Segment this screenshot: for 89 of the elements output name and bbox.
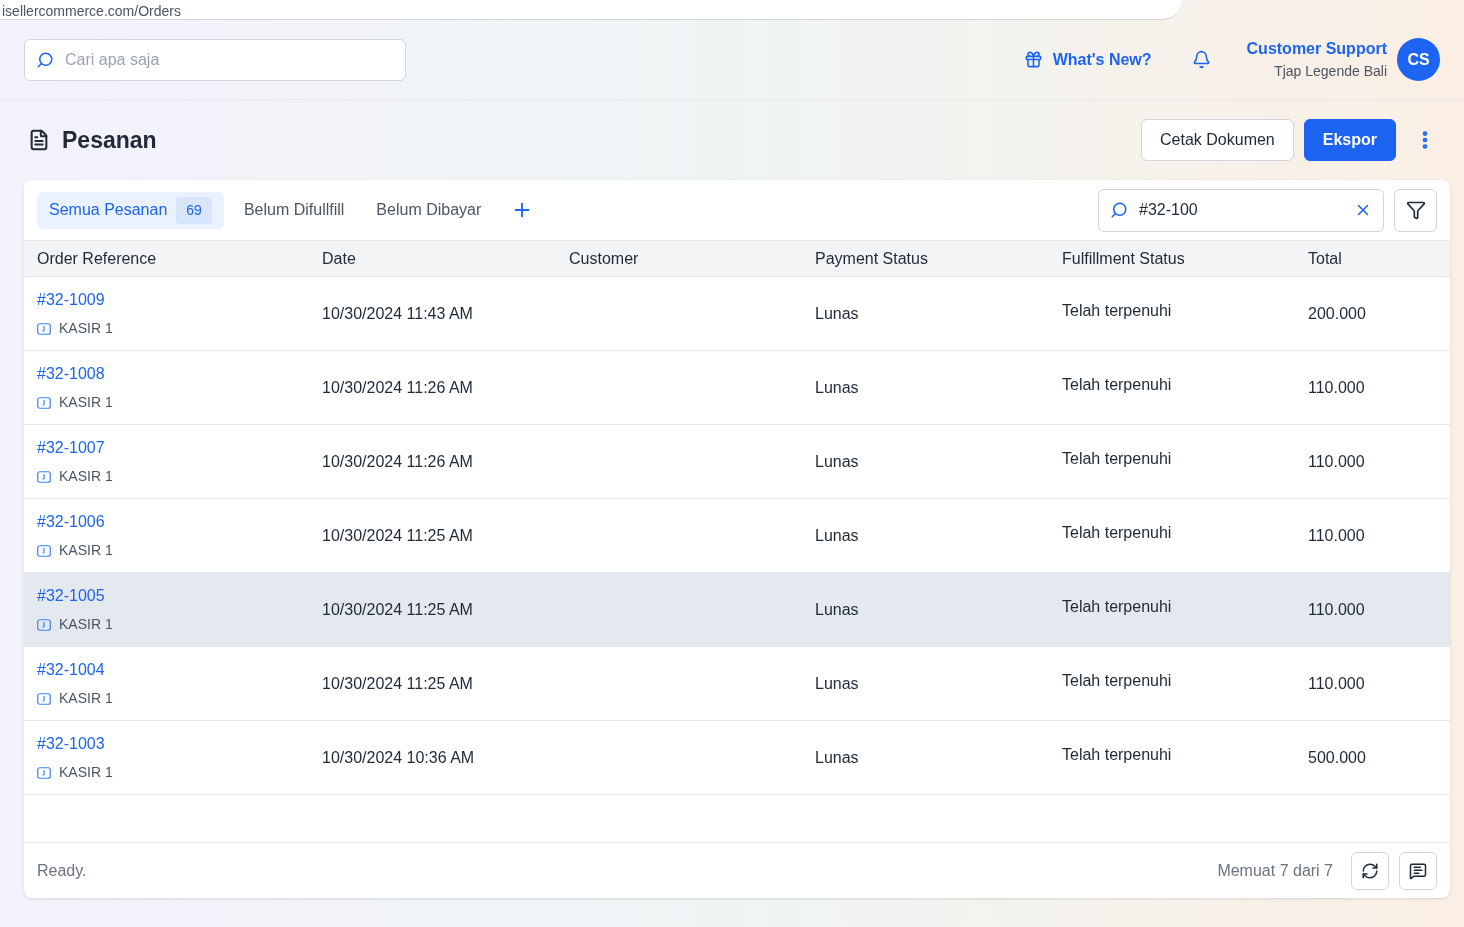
date-cell: 10/30/2024 11:25 AM	[322, 526, 473, 544]
order-link[interactable]: #32-1006	[37, 510, 105, 534]
register-icon	[37, 396, 51, 409]
order-link[interactable]: #32-1007	[37, 436, 105, 460]
channel-label: KASIR 1	[59, 393, 113, 412]
refresh-button[interactable]	[1351, 851, 1389, 890]
filter-tab[interactable]: Semua Pesanan 69	[37, 191, 224, 229]
payment-status: Lunas	[815, 526, 859, 544]
order-row[interactable]: #32-1003 KASIR 1 10/30/2024 10:36 AM Lunas Telah terpenuhi 500.000	[24, 721, 1450, 795]
user-avatar[interactable]: CS	[1397, 38, 1440, 81]
total-cell: 110.000	[1308, 600, 1365, 618]
column-header: Total	[1308, 249, 1342, 267]
register-icon	[37, 618, 51, 631]
search-field[interactable]: Cari apa saja	[24, 38, 406, 81]
order-link[interactable]: #32-1005	[37, 584, 105, 608]
fulfillment-status: Telah terpenuhi	[1062, 672, 1172, 689]
channel-label: KASIR 1	[59, 467, 113, 486]
whats-new-link[interactable]: What's New?	[1023, 47, 1152, 72]
channel-label: KASIR 1	[59, 689, 113, 708]
total-cell: 110.000	[1308, 378, 1365, 396]
payment-status: Lunas	[815, 452, 859, 470]
channel-label: KASIR 1	[59, 541, 113, 560]
date-cell: 10/30/2024 10:36 AM	[322, 748, 475, 766]
date-cell: 10/30/2024 11:25 AM	[322, 600, 473, 618]
channel-label: KASIR 1	[59, 763, 113, 782]
search-icon	[36, 50, 54, 69]
date-cell: 10/30/2024 11:25 AM	[322, 674, 473, 692]
date-cell: 10/30/2024 11:26 AM	[322, 452, 473, 470]
column-header: Payment Status	[815, 249, 928, 267]
print-button[interactable]: Cetak Dokumen	[1141, 119, 1294, 161]
channel-label: KASIR 1	[59, 319, 113, 338]
order-link[interactable]: #32-1004	[37, 658, 105, 682]
fulfillment-status: Telah terpenuhi	[1062, 450, 1172, 467]
receipt-icon	[28, 129, 50, 151]
page-title: Pesanan	[62, 125, 157, 155]
total-cell: 500.000	[1308, 748, 1366, 766]
filter-tab[interactable]: Belum Dibayar	[364, 191, 494, 229]
export-button[interactable]: Ekspor	[1303, 119, 1396, 161]
message-icon	[1409, 861, 1427, 880]
payment-status: Lunas	[815, 748, 859, 766]
register-icon	[37, 470, 51, 483]
total-cell: 110.000	[1308, 674, 1365, 692]
store-name: Tjap Legende Bali	[1274, 62, 1387, 81]
notification-icon[interactable]	[1191, 50, 1211, 69]
register-icon	[37, 692, 51, 705]
count-badge: 69	[176, 196, 212, 224]
payment-status: Lunas	[815, 674, 859, 692]
search-icon	[1110, 200, 1128, 219]
url-text[interactable]: isellercommerce.com/Orders	[2, 3, 181, 19]
payment-status: Lunas	[815, 304, 859, 322]
filter-tab[interactable]: Belum Difullfill	[231, 191, 357, 229]
total-cell: 110.000	[1308, 526, 1365, 544]
order-row[interactable]: #32-1006 KASIR 1 10/30/2024 11:25 AM Lunas Telah terpenuhi 110.000	[24, 499, 1450, 573]
gift-icon	[1023, 50, 1043, 69]
column-header: Date	[322, 249, 356, 267]
order-row[interactable]: #32-1005 KASIR 1 10/30/2024 11:25 AM Lunas Telah terpenuhi 110.000	[24, 573, 1450, 647]
filter-button[interactable]	[1394, 188, 1437, 232]
date-cell: 10/30/2024 11:26 AM	[322, 378, 473, 396]
load-count: Memuat 7 dari 7	[1217, 860, 1333, 881]
payment-status: Lunas	[815, 378, 859, 396]
order-row[interactable]: #32-1008 KASIR 1 10/30/2024 11:26 AM Lunas Telah terpenuhi 110.000	[24, 351, 1450, 425]
order-search-field[interactable]: #32-100	[1098, 188, 1384, 232]
refresh-icon	[1361, 861, 1379, 880]
total-cell: 110.000	[1308, 452, 1365, 470]
payment-status: Lunas	[815, 600, 859, 618]
order-row[interactable]: #32-1004 KASIR 1 10/30/2024 11:25 AM Lunas Telah terpenuhi 110.000	[24, 647, 1450, 721]
fulfillment-status: Telah terpenuhi	[1062, 746, 1172, 763]
order-row[interactable]: #32-1009 KASIR 1 10/30/2024 11:43 AM Lunas Telah terpenuhi 200.000	[24, 277, 1450, 351]
channel-label: KASIR 1	[59, 615, 113, 634]
register-icon	[37, 544, 51, 557]
column-header: Order Reference	[37, 249, 157, 267]
register-icon	[37, 766, 51, 779]
order-row[interactable]: #32-1007 KASIR 1 10/30/2024 11:26 AM Lunas Telah terpenuhi 110.000	[24, 425, 1450, 499]
order-link[interactable]: #32-1009	[37, 288, 105, 312]
user-name: Customer Support	[1246, 39, 1387, 59]
date-cell: 10/30/2024 11:43 AM	[322, 304, 473, 322]
column-header: Customer	[569, 249, 639, 267]
order-link[interactable]: #32-1008	[37, 362, 105, 386]
total-cell: 200.000	[1308, 304, 1366, 322]
fulfillment-status: Telah terpenuhi	[1062, 598, 1172, 615]
filter-icon	[1405, 200, 1426, 220]
fulfillment-status: Telah terpenuhi	[1062, 302, 1172, 319]
register-icon	[37, 322, 51, 335]
order-link[interactable]: #32-1003	[37, 732, 105, 756]
column-header: Fulfillment Status	[1062, 249, 1185, 267]
fulfillment-status: Telah terpenuhi	[1062, 376, 1172, 393]
message-button[interactable]	[1399, 851, 1437, 890]
status-text: Ready.	[37, 860, 87, 881]
fulfillment-status: Telah terpenuhi	[1062, 524, 1172, 541]
